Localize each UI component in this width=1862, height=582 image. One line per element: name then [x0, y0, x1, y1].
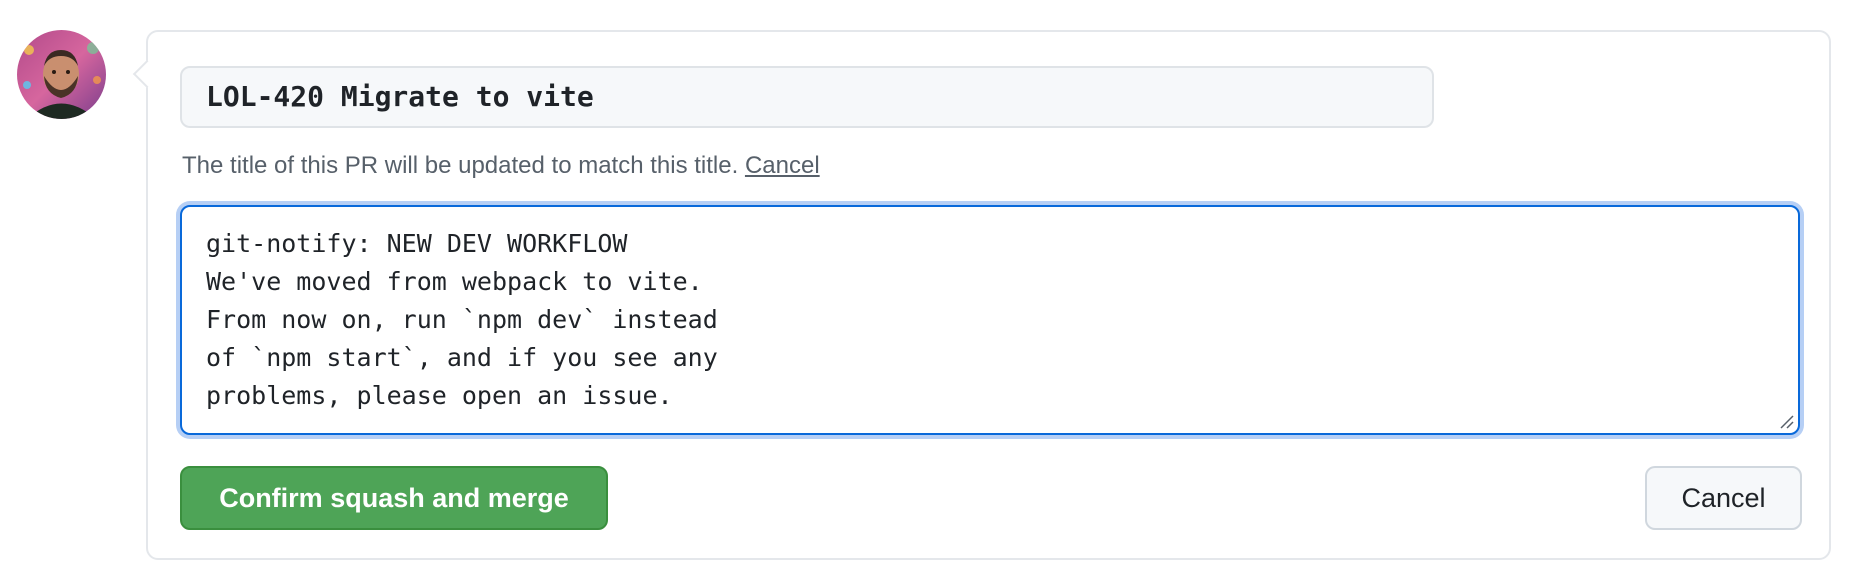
commit-title-input[interactable]: LOL-420 Migrate to vite: [180, 66, 1434, 128]
confirm-squash-merge-button[interactable]: Confirm squash and merge: [180, 466, 608, 530]
commit-message-text[interactable]: git-notify: NEW DEV WORKFLOW We've moved…: [206, 225, 718, 415]
cancel-button[interactable]: Cancel: [1645, 466, 1802, 530]
title-hint-text: The title of this PR will be updated to …: [182, 152, 739, 179]
avatar-image: [17, 30, 106, 119]
resize-handle-icon[interactable]: [1778, 413, 1794, 429]
speech-pointer: [132, 59, 162, 89]
avatar: [17, 30, 106, 119]
title-hint: The title of this PR will be updated to …: [182, 152, 820, 180]
commit-message-textarea[interactable]: git-notify: NEW DEV WORKFLOW We've moved…: [180, 205, 1800, 435]
merge-form: LOL-420 Migrate to vite The title of thi…: [132, 30, 1831, 560]
hint-cancel-link[interactable]: Cancel: [745, 152, 820, 179]
